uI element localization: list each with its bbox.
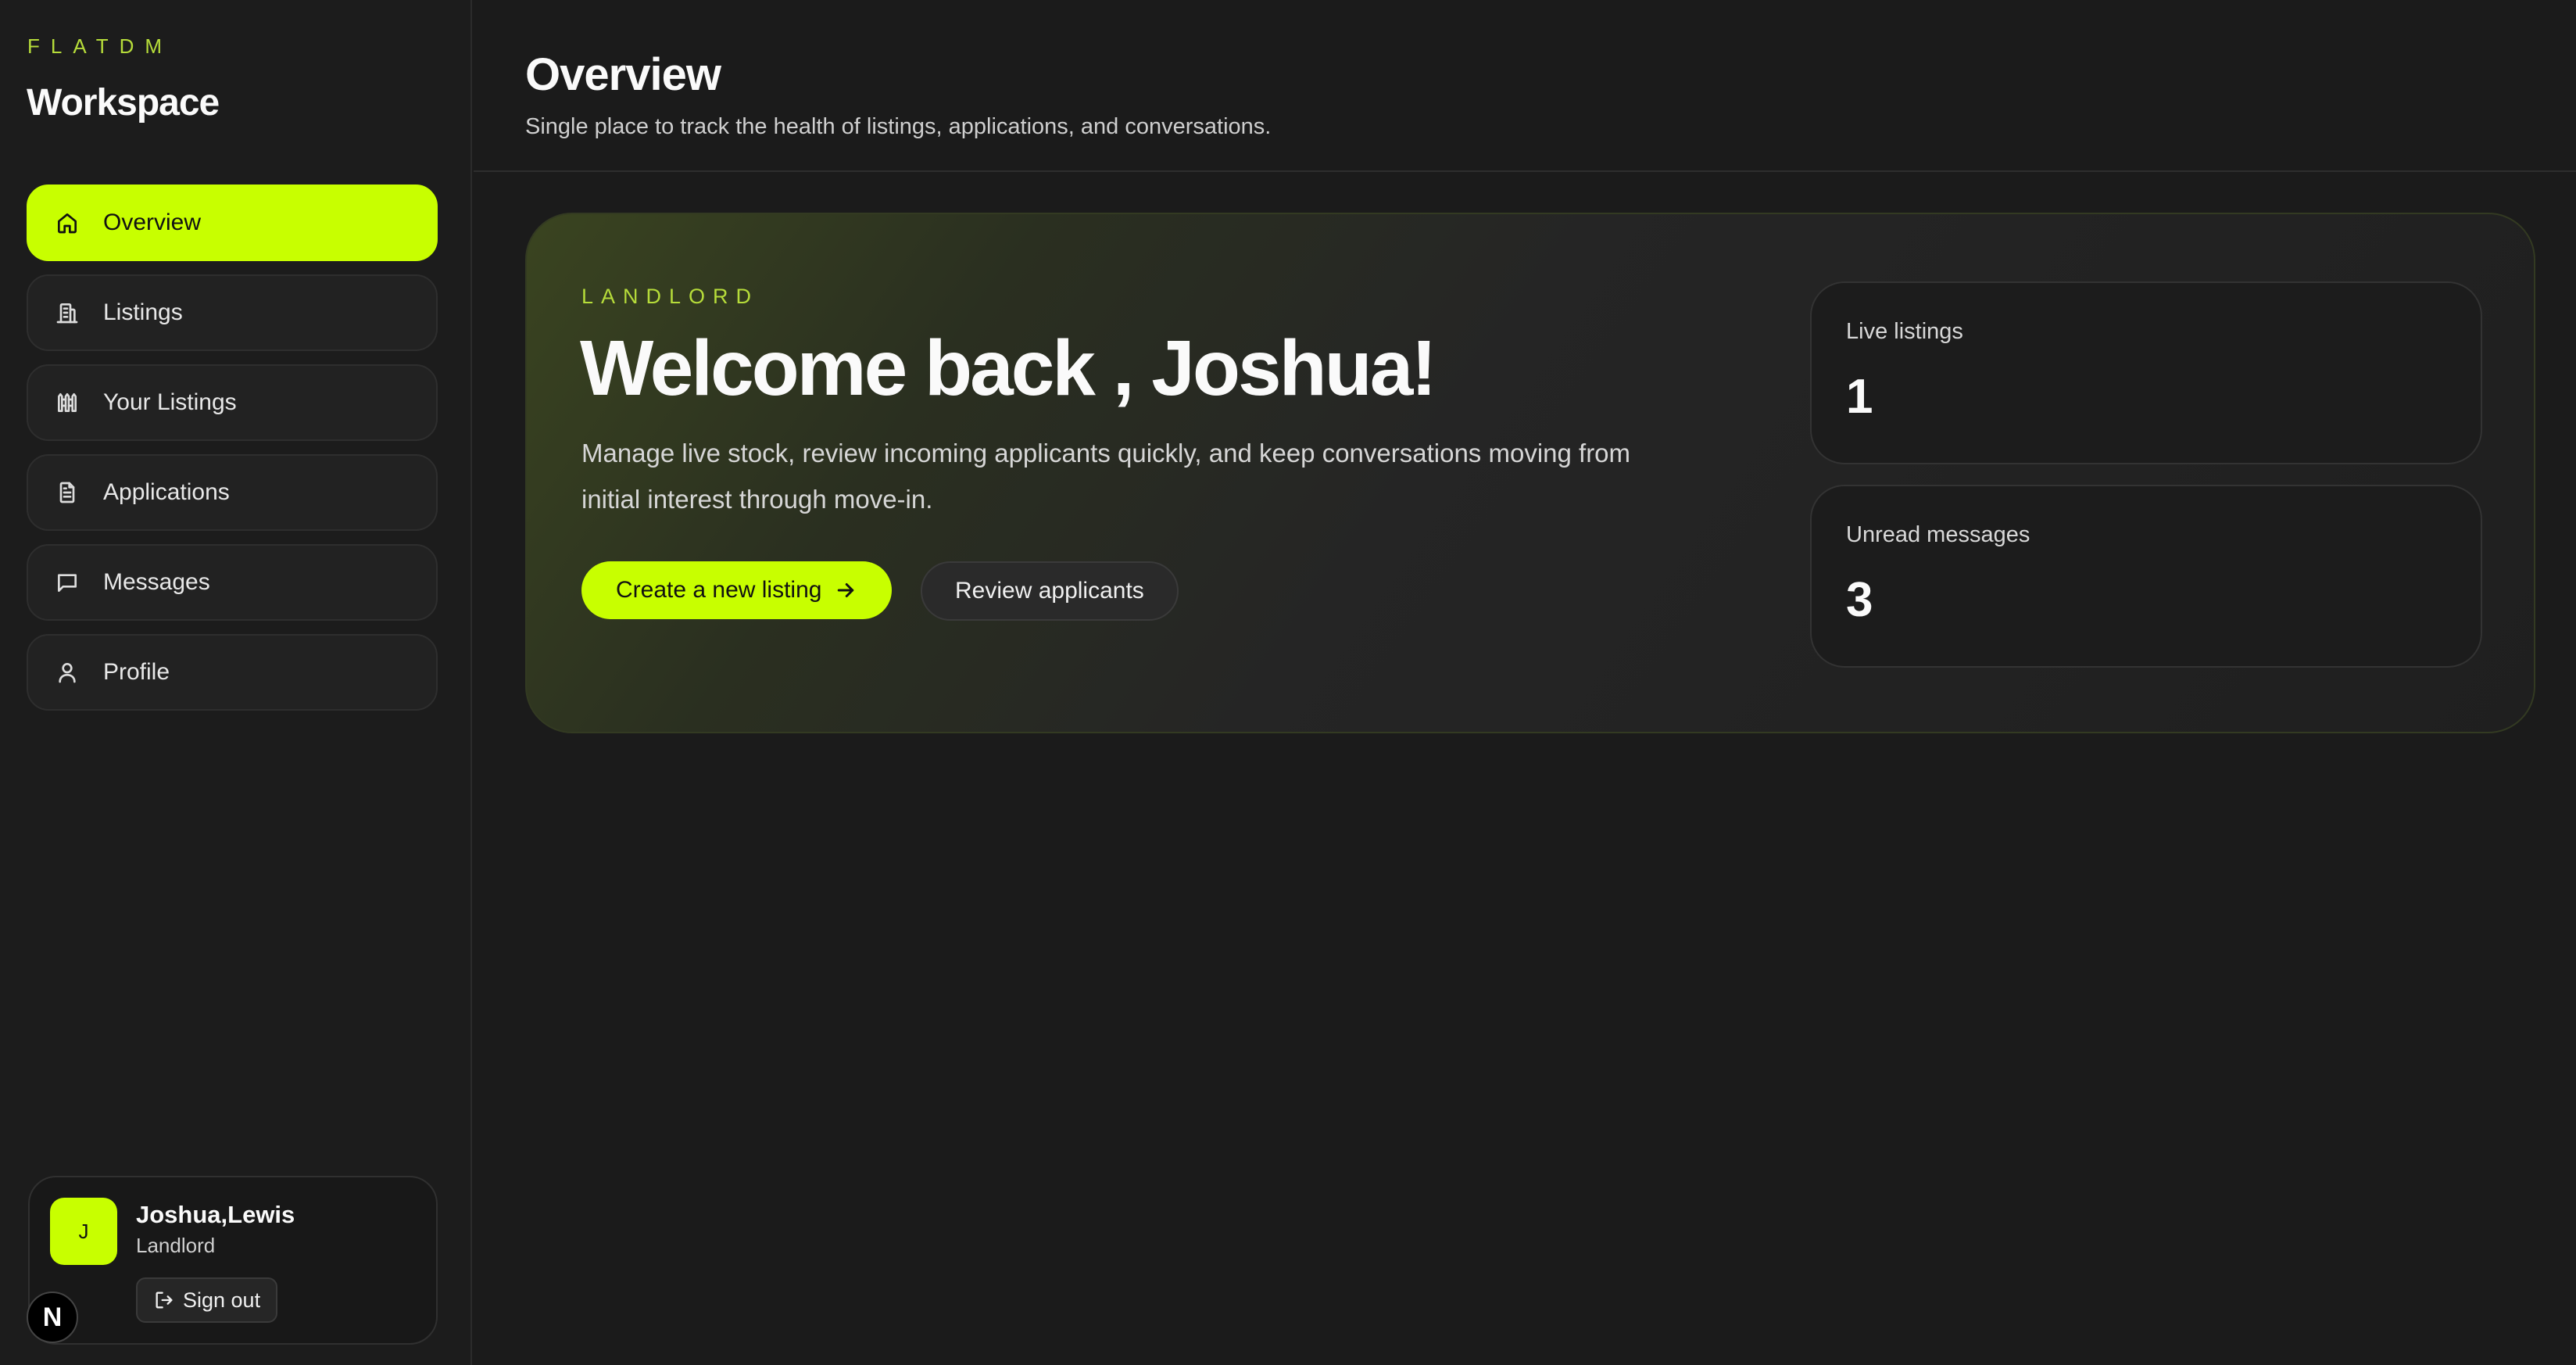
workspace-title: Workspace <box>27 82 220 124</box>
sidebar: FLATDM Workspace Overview Listings Your … <box>0 0 472 1365</box>
sidebar-item-label: Overview <box>103 210 202 235</box>
sidebar-nav: Overview Listings Your Listings Applicat… <box>27 185 438 724</box>
user-role: Landlord <box>136 1234 216 1257</box>
log-out-icon <box>156 1292 173 1309</box>
stat-label: Live listings <box>1846 319 1963 344</box>
header-divider <box>474 170 2576 172</box>
sidebar-item-label: Your Listings <box>103 389 237 415</box>
welcome-heading: Welcome back , Joshua! <box>580 324 1437 412</box>
user-card: J Joshua,Lewis Landlord Sign out <box>28 1176 438 1345</box>
sidebar-item-your-listings[interactable]: Your Listings <box>27 364 438 441</box>
stat-value: 1 <box>1846 370 1873 424</box>
sign-out-button[interactable]: Sign out <box>136 1277 278 1323</box>
welcome-hero-card: LANDLORD Welcome back , Joshua! Manage l… <box>525 213 2535 733</box>
file-text-icon <box>55 480 80 505</box>
stat-value: 3 <box>1846 573 1873 627</box>
stat-card-live-listings: Live listings 1 <box>1810 281 2482 464</box>
create-listing-label: Create a new listing <box>616 577 822 603</box>
main-content: Overview Single place to track the healt… <box>474 0 2576 1365</box>
create-listing-button[interactable]: Create a new listing <box>581 561 893 619</box>
nextjs-dev-badge[interactable]: N <box>27 1292 78 1343</box>
sidebar-item-label: Listings <box>103 299 183 325</box>
sidebar-item-applications[interactable]: Applications <box>27 454 438 531</box>
sidebar-item-messages[interactable]: Messages <box>27 544 438 621</box>
sidebar-item-profile[interactable]: Profile <box>27 634 438 711</box>
sidebar-item-overview[interactable]: Overview <box>27 185 438 261</box>
review-applicants-button[interactable]: Review applicants <box>921 561 1179 621</box>
sidebar-item-label: Messages <box>103 569 210 595</box>
fence-icon <box>55 390 80 415</box>
home-icon <box>55 210 80 235</box>
sidebar-item-label: Profile <box>103 659 170 685</box>
user-icon <box>55 660 80 685</box>
user-name: Joshua,Lewis <box>136 1201 295 1228</box>
message-square-icon <box>55 570 80 595</box>
hero-description: Manage live stock, review incoming appli… <box>581 439 1631 514</box>
avatar: J <box>50 1198 117 1265</box>
arrow-right-icon <box>838 583 854 597</box>
building-icon <box>55 300 80 325</box>
stat-label: Unread messages <box>1846 522 2030 547</box>
sign-out-label: Sign out <box>183 1288 261 1312</box>
brand-logo: FLATDM <box>27 34 174 58</box>
sidebar-item-listings[interactable]: Listings <box>27 274 438 351</box>
role-eyebrow: LANDLORD <box>581 285 760 308</box>
page-title: Overview <box>525 49 721 100</box>
page-subtitle: Single place to track the health of list… <box>525 114 1272 139</box>
stat-card-unread-messages: Unread messages 3 <box>1810 485 2482 668</box>
sidebar-item-label: Applications <box>103 479 230 505</box>
